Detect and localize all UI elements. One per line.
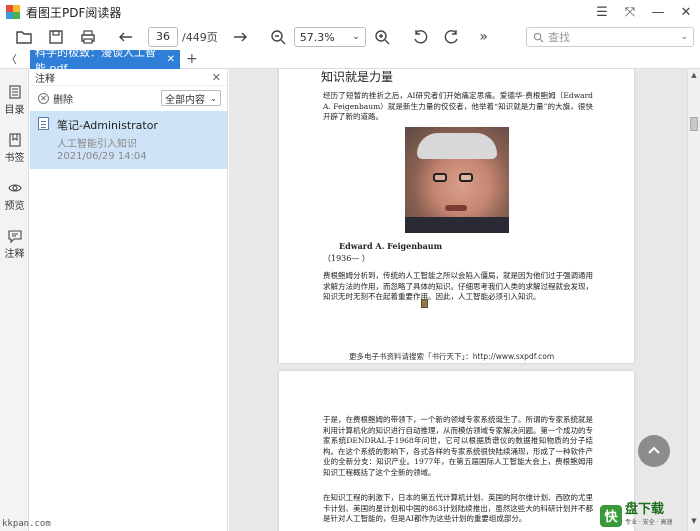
search-icon	[533, 32, 544, 42]
annotation-panel: 注释 ✕ ✕ 删除 全部内容 ⌄ 笔记-Administrator 人工智能引入…	[30, 69, 228, 531]
note-author: 笔记-Administrator	[57, 119, 158, 132]
search-placeholder: 查找	[548, 31, 570, 44]
scroll-up-icon[interactable]: ▲	[689, 71, 699, 83]
arrow-right-icon	[233, 32, 247, 42]
document-viewer[interactable]: 知识就是力量 经历了短暂的挫折之后，AI研究者们开始痛定思痛。爱德华·费根鲍姆（…	[229, 69, 687, 531]
close-window-button[interactable]: ✕	[672, 0, 700, 24]
portrait-image	[405, 127, 509, 233]
note-text: 人工智能引入知识	[57, 139, 137, 150]
menu-icon: ☰	[596, 4, 608, 20]
page-heading: 知识就是力量	[321, 70, 394, 84]
page-paragraph: 在知识工程的刺激下，日本的第五代计算机计划、英国的阿尔维计划、西欧的尤里卡计划、…	[323, 493, 593, 523]
chevron-left-icon: 〈	[6, 53, 17, 66]
watermark-logo-icon: 快	[600, 504, 622, 527]
filter-value: 全部内容	[165, 94, 205, 106]
rail-label-toc: 目录	[4, 105, 25, 116]
rail-label-annotation: 注释	[4, 249, 25, 260]
page-paragraph: 费根鲍姆分析到，传统的人工智能之所以会陷入僵局，就是因为他们过于强调通用求解方法…	[323, 271, 593, 301]
watermark-text: kkpan.com	[2, 519, 51, 529]
rail-item-bookmark[interactable]: 书签	[0, 133, 29, 164]
chevron-down-icon[interactable]: ⌄	[680, 32, 688, 42]
delete-icon: ✕	[38, 92, 49, 104]
pdf-page: 知识就是力量 经历了短暂的挫折之后，AI研究者们开始痛定思痛。爱德华·费根鲍姆（…	[279, 69, 634, 363]
new-tab-button[interactable]: +	[186, 50, 200, 69]
left-rail: 目录 书签 预览 注释	[0, 69, 29, 531]
preview-icon	[7, 184, 22, 192]
rail-item-preview[interactable]: 预览	[0, 181, 29, 212]
vertical-scrollbar[interactable]: ▲ ▼	[687, 69, 700, 531]
zoom-out-icon	[271, 30, 286, 45]
close-icon: ✕	[680, 4, 692, 20]
annotation-icon	[7, 230, 22, 243]
note-icon	[38, 117, 49, 130]
folder-icon	[16, 31, 32, 44]
rail-item-toc[interactable]: 目录	[0, 85, 29, 116]
more-button[interactable]: »	[468, 24, 500, 50]
rotate-right-icon	[444, 30, 458, 44]
page-paragraph: 于是，在费根鲍姆的带领下，一个新的领域专家系统诞生了。所谓的专家系统就是利用计算…	[323, 415, 593, 477]
watermark-logo: 快 盘下载 专业 · 安全 · 高速	[600, 500, 700, 531]
panel-header: 注释 ✕	[30, 69, 227, 86]
zoom-out-button[interactable]	[262, 24, 294, 50]
chevron-up-icon	[648, 446, 660, 454]
watermark-sub: 专业 · 安全 · 高速	[625, 518, 673, 526]
fullscreen-button[interactable]: ⤧	[616, 0, 644, 24]
panel-title: 注释	[35, 73, 55, 85]
page-total: /449页	[182, 31, 218, 44]
app-title: 看图王PDF阅读器	[26, 5, 122, 20]
document-tab[interactable]: 科学的极致：漫谈人工智能.pdf ✕	[30, 46, 180, 75]
collapse-sidebar-button[interactable]: 〈	[6, 51, 20, 67]
fullscreen-icon: ⤧	[624, 4, 636, 20]
chevron-down-icon: ⌄	[210, 93, 217, 103]
pdf-page: 于是，在费根鲍姆的带领下，一个新的领域专家系统诞生了。所谓的专家系统就是利用计算…	[279, 371, 634, 531]
rail-label-preview: 预览	[4, 201, 25, 212]
next-page-button[interactable]	[224, 24, 256, 50]
rotate-right-button[interactable]	[436, 24, 468, 50]
double-chevron-right-icon: »	[479, 29, 488, 45]
note-item[interactable]: 笔记-Administrator 人工智能引入知识 2021/06/29 14:…	[30, 111, 227, 169]
zoom-in-icon	[375, 30, 390, 45]
minimize-button[interactable]: —	[644, 0, 672, 24]
close-tab-icon[interactable]: ✕	[167, 54, 175, 65]
zoom-in-button[interactable]	[366, 24, 398, 50]
chevron-down-icon: ⌄	[352, 32, 360, 42]
title-bar: 看图王PDF阅读器 ☰ ⤧ — ✕	[0, 0, 700, 24]
menu-button[interactable]: ☰	[588, 0, 616, 24]
bookmark-icon	[8, 133, 21, 147]
close-panel-icon[interactable]: ✕	[212, 71, 221, 84]
rail-item-annotation[interactable]: 注释	[0, 229, 29, 260]
watermark-brand: 盘下载	[625, 501, 665, 517]
page-footer: 更多电子书资料请搜索「书行天下」：http://www.sxpdf.com	[349, 352, 555, 361]
back-to-top-button[interactable]	[638, 435, 670, 467]
scroll-thumb[interactable]	[690, 117, 698, 131]
filter-select[interactable]: 全部内容 ⌄	[161, 90, 221, 106]
caption-year: （1936— ）	[323, 254, 370, 263]
search-input[interactable]: 查找 ⌄	[526, 27, 694, 47]
plus-icon: +	[186, 51, 198, 67]
zoom-select[interactable]: 57.3% ⌄	[293, 27, 366, 47]
app-logo-icon	[6, 5, 20, 19]
delete-button[interactable]: 删除	[53, 91, 73, 106]
page-paragraph: 经历了短暂的挫折之后，AI研究者们开始痛定思痛。爱德华·费根鲍姆（Edward …	[323, 91, 593, 121]
toc-icon	[8, 85, 21, 99]
tab-bar: 〈 科学的极致：漫谈人工智能.pdf ✕ +	[0, 46, 700, 75]
note-marker-icon[interactable]	[421, 299, 428, 308]
panel-tools: ✕ 删除 全部内容 ⌄	[30, 86, 227, 110]
caption-name: Edward A. Feigenbaum	[339, 241, 443, 251]
note-date: 2021/06/29 14:04	[57, 151, 147, 162]
rotate-left-button[interactable]	[404, 24, 436, 50]
rail-label-bookmark: 书签	[4, 153, 25, 164]
minimize-icon: —	[651, 4, 665, 20]
rotate-left-icon	[414, 30, 427, 44]
zoom-value: 57.3%	[299, 30, 335, 44]
